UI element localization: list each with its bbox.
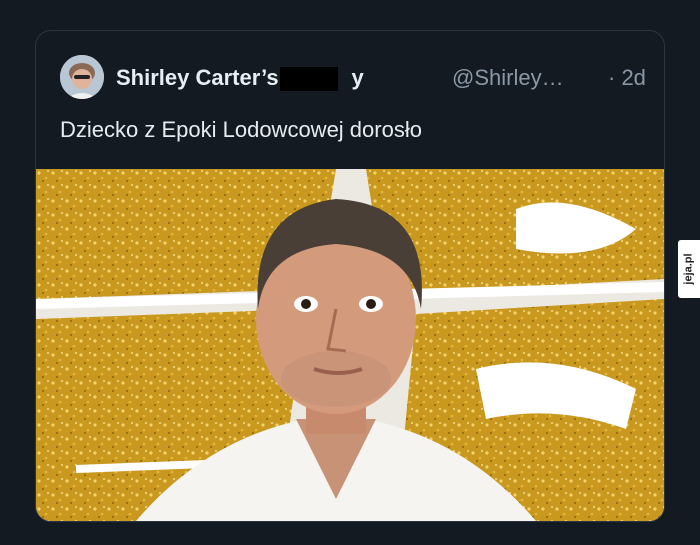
photo-image bbox=[36, 169, 664, 521]
redaction-bar bbox=[280, 67, 338, 91]
avatar[interactable] bbox=[60, 55, 104, 99]
site-watermark: jeja.pl bbox=[678, 240, 700, 298]
tweet-photo[interactable] bbox=[36, 169, 664, 521]
tweet-header: Shirley Carter’s Py @Shirley… · 2d bbox=[60, 55, 650, 101]
tweet-text: Dziecko z Epoki Lodowcowej dorosło bbox=[60, 117, 422, 142]
tweet-card[interactable]: Shirley Carter’s Py @Shirley… · 2d Dziec… bbox=[35, 30, 665, 522]
watermark-text: jeja.pl bbox=[683, 253, 695, 285]
tweet-timestamp[interactable]: · 2d bbox=[608, 65, 646, 91]
author-handle[interactable]: @Shirley… bbox=[452, 65, 564, 91]
